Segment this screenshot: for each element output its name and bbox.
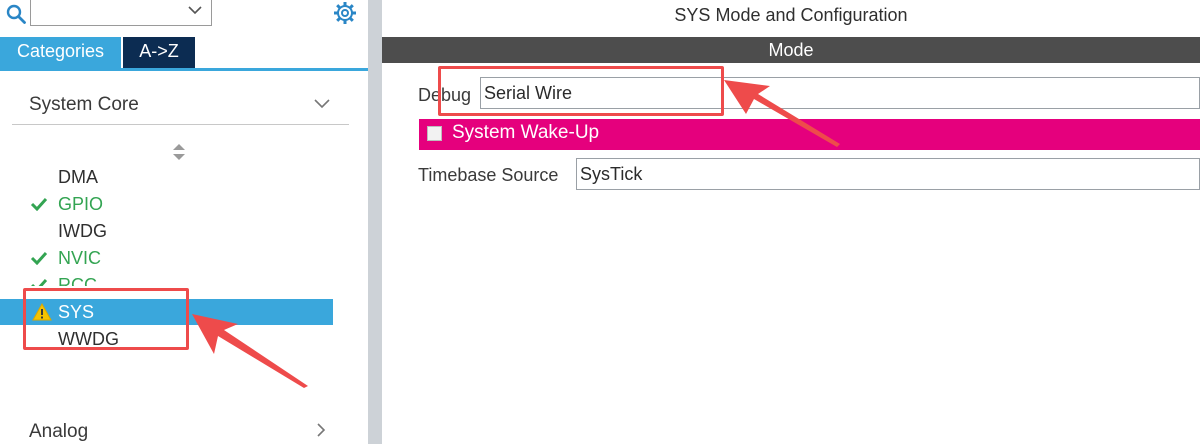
system-wakeup-checkbox[interactable] xyxy=(427,126,442,141)
system-wakeup-label: System Wake-Up xyxy=(452,122,600,143)
list-item-dma[interactable]: DMA xyxy=(0,164,333,191)
list-item-label: IWDG xyxy=(58,221,107,241)
panel-splitter[interactable] xyxy=(368,0,382,444)
chevron-down-icon[interactable] xyxy=(313,96,331,110)
gear-icon[interactable] xyxy=(333,1,357,25)
tab-categories[interactable]: Categories xyxy=(0,37,121,68)
annotation-arrow-icon xyxy=(724,80,840,147)
search-combo-box[interactable] xyxy=(30,0,212,26)
timebase-source-select[interactable]: SysTick xyxy=(576,158,1200,190)
list-item-label: DMA xyxy=(58,167,98,187)
list-item-gpio[interactable]: GPIO xyxy=(0,191,333,218)
checkmark-icon xyxy=(30,197,48,211)
list-item-rcc[interactable]: RCC xyxy=(0,272,333,286)
section-divider xyxy=(12,124,349,125)
page-title: SYS Mode and Configuration xyxy=(674,5,908,25)
category-tabs: Categories A->Z xyxy=(0,37,368,71)
search-icon[interactable] xyxy=(6,4,26,24)
mode-section-header[interactable]: Mode xyxy=(382,37,1200,63)
tabs-underline xyxy=(0,68,368,71)
annotation-highlight-debug xyxy=(438,66,724,116)
peripheral-panel: Categories A->Z System Core DMA GPIO IWD… xyxy=(0,0,368,444)
checkmark-icon xyxy=(31,278,48,286)
checkmark-icon xyxy=(30,251,48,265)
timebase-source-label: Timebase Source xyxy=(418,165,559,185)
list-item-label: NVIC xyxy=(58,248,102,268)
tab-a-to-z[interactable]: A->Z xyxy=(123,37,195,68)
section-title-system-core[interactable]: System Core xyxy=(29,94,139,116)
section-title-analog[interactable]: Analog xyxy=(29,421,88,443)
list-item-label: GPIO xyxy=(58,194,104,214)
list-item-label: RCC xyxy=(58,275,97,286)
chevron-right-icon[interactable] xyxy=(315,421,327,439)
list-item-iwdg[interactable]: IWDG xyxy=(0,218,333,245)
annotation-highlight-sys xyxy=(23,288,189,350)
sort-icon[interactable] xyxy=(172,143,186,161)
chevron-down-icon[interactable] xyxy=(187,3,203,17)
annotation-arrow-icon xyxy=(192,314,308,388)
list-item-nvic[interactable]: NVIC xyxy=(0,245,333,272)
